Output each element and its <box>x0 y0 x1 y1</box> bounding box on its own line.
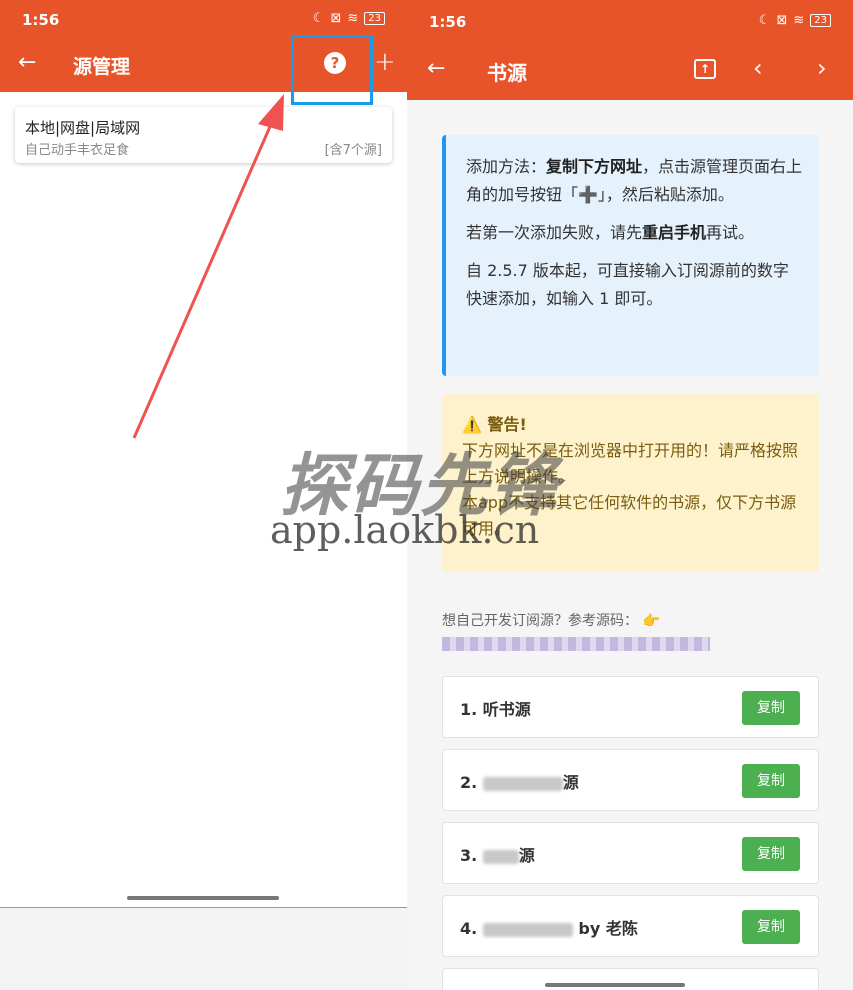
status-time: 1:56 <box>22 11 60 29</box>
copy-button[interactable]: 复制 <box>742 691 800 725</box>
instructions-box: 添加方法：复制下方网址，点击源管理页面右上角的加号按钮「➕」，然后粘贴添加。 若… <box>442 135 819 376</box>
page-title: 源管理 <box>73 56 131 78</box>
battery-icon: 23 <box>810 14 831 27</box>
source-item-label: 3. 源 <box>460 846 535 865</box>
status-bar: 1:56 ☾ ⊠ ≋ 23 <box>407 0 853 42</box>
warning-title: ⚠️ 警告! <box>462 415 527 434</box>
status-icons: ☾ ⊠ ≋ 23 <box>313 11 385 26</box>
source-subtitle: 自己动手丰衣足食 <box>25 143 130 158</box>
add-source-button[interactable]: + <box>374 47 396 77</box>
back-arrow-icon[interactable]: ← <box>18 50 36 75</box>
source-count: [含7个源] <box>324 143 382 158</box>
source-item-label: 1. 听书源 <box>460 700 531 719</box>
next-icon[interactable]: › <box>817 54 827 82</box>
sim-x-icon: ⊠ <box>330 11 342 26</box>
warning-text-2: 本app不支持其它任何软件的书源，仅下方书源可用。 <box>462 493 797 538</box>
instruction-2: 若第一次添加失败，请先重启手机再试。 <box>466 223 755 242</box>
source-list-item: 4. by 老陈 复制 <box>442 895 819 957</box>
back-arrow-icon[interactable]: ← <box>427 56 445 81</box>
blurred-text <box>482 849 519 864</box>
blurred-text <box>482 776 563 791</box>
battery-icon: 23 <box>364 12 385 25</box>
warning-text-1: 下方网址不是在浏览器中打开用的！请严格按照上方说明操作。 <box>462 441 799 486</box>
source-list-item: 1. 听书源 复制 <box>442 676 819 738</box>
home-indicator <box>545 983 685 987</box>
status-icons: ☾ ⊠ ≋ 23 <box>759 13 831 28</box>
open-external-icon[interactable]: ↑ <box>694 59 716 79</box>
source-name: 本地|网盘|局域网 <box>25 119 141 137</box>
warning-box: ⚠️ 警告! 下方网址不是在浏览器中打开用的！请严格按照上方说明操作。 本app… <box>442 394 819 572</box>
app-bar: ← 书源 ↑ ‹ › <box>407 42 853 100</box>
source-item[interactable]: 本地|网盘|局域网 自己动手丰衣足食 [含7个源] <box>15 107 392 163</box>
page-title: 书源 <box>487 61 527 85</box>
source-code-link[interactable] <box>442 637 710 651</box>
source-list-item: 3. 源 复制 <box>442 822 819 884</box>
sim-x-icon: ⊠ <box>776 13 788 28</box>
copy-button[interactable]: 复制 <box>742 764 800 798</box>
source-item-label: 2. 源 <box>460 773 579 792</box>
highlight-box <box>291 35 373 105</box>
bottom-area <box>0 907 407 990</box>
source-manager-screen: 1:56 ☾ ⊠ ≋ 23 ← 源管理 ? + 本地|网盘|局域网 自己动手丰衣… <box>0 0 407 990</box>
dev-reference-text: 想自己开发订阅源？参考源码： 👉 <box>442 613 660 629</box>
book-source-screen: 1:56 ☾ ⊠ ≋ 23 ← 书源 ↑ ‹ › 添加方法：复制下方网址，点击源… <box>407 0 853 990</box>
status-bar: 1:56 ☾ ⊠ ≋ 23 <box>0 0 407 38</box>
previous-icon[interactable]: ‹ <box>753 54 763 82</box>
blurred-text <box>482 922 573 937</box>
content-area: 添加方法：复制下方网址，点击源管理页面右上角的加号按钮「➕」，然后粘贴添加。 若… <box>407 100 853 990</box>
instruction-3: 自 2.5.7 版本起，可直接输入订阅源前的数字快速添加，如输入 1 即可。 <box>466 261 789 308</box>
instruction-1: 添加方法：复制下方网址，点击源管理页面右上角的加号按钮「➕」，然后粘贴添加。 <box>466 157 803 204</box>
source-list-item: 2. 源 复制 <box>442 749 819 811</box>
home-indicator <box>127 896 279 900</box>
copy-button[interactable]: 复制 <box>742 837 800 871</box>
copy-button[interactable]: 复制 <box>742 910 800 944</box>
moon-icon: ☾ <box>312 11 325 26</box>
status-time: 1:56 <box>429 13 467 31</box>
wifi-icon: ≋ <box>793 13 805 28</box>
wifi-icon: ≋ <box>347 11 359 26</box>
source-item-label: 4. by 老陈 <box>460 919 638 938</box>
moon-icon: ☾ <box>758 13 771 28</box>
